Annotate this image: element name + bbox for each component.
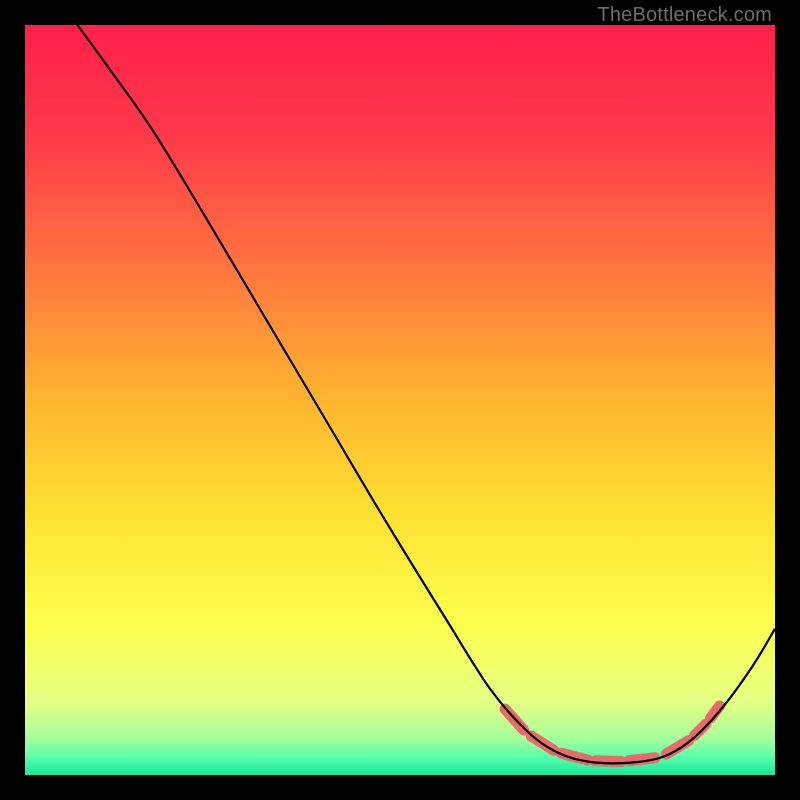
attribution-text: TheBottleneck.com — [597, 4, 772, 27]
bottleneck-chart — [25, 25, 775, 775]
chart-frame: TheBottleneck.com — [0, 0, 800, 800]
plot-area — [25, 25, 775, 775]
gradient-background — [25, 25, 775, 775]
highlight-pill — [595, 761, 621, 762]
